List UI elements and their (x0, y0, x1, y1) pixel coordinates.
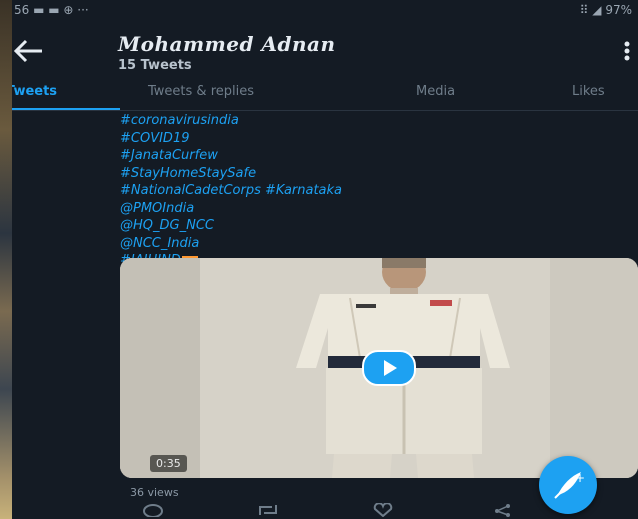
active-tab-indicator (12, 108, 120, 110)
status-bar: 56 ▬ ▬ ⊕ ··· ⠿ ◢ 97% (12, 0, 638, 22)
profile-name: Mohammed Adnan (118, 32, 336, 56)
compose-feather-icon: + (554, 471, 585, 499)
share-button[interactable] (492, 502, 514, 519)
tweet-count: 15 Tweets (118, 58, 192, 73)
tweet-body: #coronavirusindia #COVID19 #JanataCurfew… (120, 112, 620, 270)
hashtag-covid19[interactable]: #COVID19 (120, 130, 620, 148)
tab-tweets[interactable]: Tweets (12, 84, 57, 99)
reply-button[interactable] (142, 502, 164, 519)
profile-tabs: Tweets Tweets & replies Media Likes (12, 78, 638, 111)
play-icon (384, 360, 397, 376)
svg-text:+: + (575, 471, 585, 485)
retweet-icon (259, 505, 277, 515)
more-vertical-icon (624, 41, 630, 61)
play-button[interactable] (362, 350, 416, 386)
profile-header: Mohammed Adnan 15 Tweets (12, 22, 638, 78)
hashtag-coronavirusindia[interactable]: #coronavirusindia (120, 112, 620, 130)
mention-ncc-india[interactable]: @NCC_India (120, 235, 620, 253)
view-count: 36 views (130, 486, 179, 499)
background-photo-strip (0, 0, 12, 519)
hashtag-ncc-karnataka[interactable]: #NationalCadetCorps #Karnataka (120, 182, 620, 200)
hashtag-stayhomestaysafe[interactable]: #StayHomeStaySafe (120, 165, 620, 183)
compose-tweet-button[interactable]: + (539, 456, 597, 514)
like-button[interactable] (372, 502, 394, 519)
tab-tweets-replies[interactable]: Tweets & replies (148, 84, 254, 99)
mention-hq-dg-ncc[interactable]: @HQ_DG_NCC (120, 217, 620, 235)
mention-pmoindia[interactable]: @PMOIndia (120, 200, 620, 218)
retweet-button[interactable] (256, 502, 280, 519)
status-bar-right: ⠿ ◢ 97% (579, 3, 632, 17)
tab-media[interactable]: Media (416, 84, 455, 99)
share-icon (495, 504, 510, 517)
phone-screen: 56 ▬ ▬ ⊕ ··· ⠿ ◢ 97% Mohammed Adnan 15 T… (12, 0, 638, 519)
hashtag-janatacurfew[interactable]: #JanataCurfew (120, 147, 620, 165)
heart-icon (373, 502, 393, 518)
video-duration: 0:35 (150, 455, 187, 472)
reply-icon (143, 504, 163, 518)
tab-likes[interactable]: Likes (572, 84, 605, 99)
back-button[interactable] (12, 38, 46, 64)
more-options-button[interactable] (620, 38, 634, 64)
arrow-left-icon (13, 39, 42, 63)
status-bar-left: 56 ▬ ▬ ⊕ ··· (14, 3, 89, 17)
video-thumbnail[interactable]: 0:35 (120, 258, 638, 478)
